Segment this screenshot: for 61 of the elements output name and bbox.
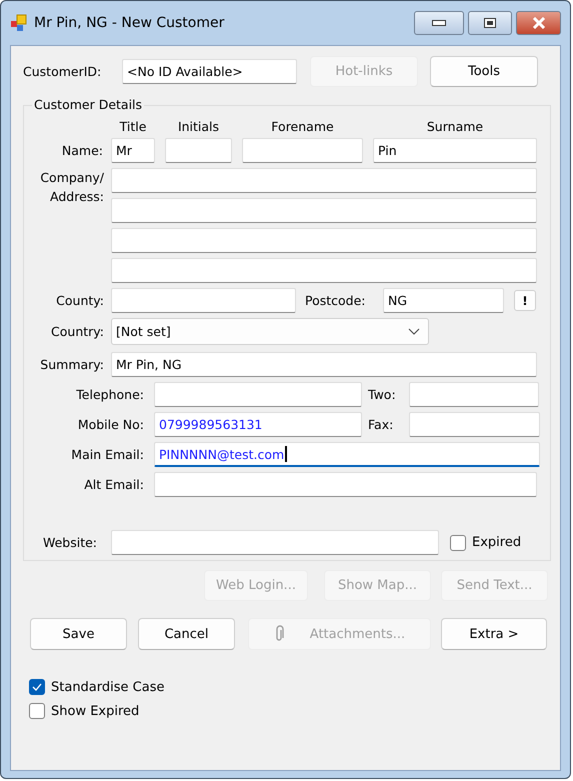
checkbox[interactable] xyxy=(29,679,45,695)
text-field[interactable] xyxy=(409,382,539,407)
text-field[interactable]: PINNNNN@test.com xyxy=(154,442,540,467)
field-label: Two: xyxy=(368,387,397,402)
text-field[interactable]: Mr xyxy=(111,138,155,163)
field-label: Summary: xyxy=(39,357,104,372)
text-field[interactable]: Mr Pin, NG xyxy=(111,352,537,377)
field-label: Name: xyxy=(60,143,103,158)
field-label: County: xyxy=(55,293,104,308)
maximize-button[interactable] xyxy=(468,11,512,35)
field-label: Country: xyxy=(50,324,104,339)
text-field[interactable] xyxy=(111,288,296,313)
minimize-icon xyxy=(432,20,446,26)
checkbox-label: Expired xyxy=(472,535,522,550)
field-label: Website: xyxy=(42,535,97,550)
field-label: Postcode: xyxy=(305,293,367,308)
text-field[interactable] xyxy=(165,138,232,163)
paperclip-icon xyxy=(274,625,284,643)
field-label: Telephone: xyxy=(75,387,144,402)
text-field[interactable] xyxy=(154,382,362,407)
dialog-button[interactable]: Cancel xyxy=(138,618,235,650)
country-dropdown[interactable]: [Not set] xyxy=(111,318,429,345)
group-title: Customer Details xyxy=(32,97,144,112)
postcode-check-button[interactable]: ! xyxy=(514,290,536,311)
column-header: Title xyxy=(118,119,148,134)
close-icon xyxy=(532,17,546,29)
text-field[interactable]: Pin xyxy=(373,138,537,163)
text-field[interactable] xyxy=(111,530,439,555)
text-field[interactable] xyxy=(242,138,363,163)
chevron-down-icon xyxy=(408,328,420,336)
dialog-button[interactable]: Save xyxy=(30,618,127,650)
text-field[interactable]: NG xyxy=(383,288,504,313)
column-header: Forename xyxy=(270,119,335,134)
checkbox[interactable] xyxy=(29,703,45,719)
text-field[interactable] xyxy=(111,198,537,223)
text-field[interactable] xyxy=(111,258,537,283)
text-field[interactable] xyxy=(111,168,537,193)
column-header: Initials xyxy=(176,119,220,134)
close-button[interactable] xyxy=(516,11,561,35)
toolbar-button[interactable]: Tools xyxy=(430,56,538,87)
field-label: Fax: xyxy=(368,417,394,432)
text-field[interactable]: <No ID Available> xyxy=(122,59,297,84)
checkbox-label: Standardise Case xyxy=(51,680,164,694)
field-label: Main Email: xyxy=(70,447,144,462)
restore-icon xyxy=(484,18,496,28)
checkbox[interactable] xyxy=(450,534,466,550)
text-field[interactable]: 0799989563131 xyxy=(154,412,362,437)
dialog-button[interactable]: Extra > xyxy=(441,618,547,650)
checkbox-label: Show Expired xyxy=(51,704,140,718)
field-label: Company/ Address: xyxy=(39,169,104,206)
field-label: Mobile No: xyxy=(76,417,144,432)
text-field[interactable] xyxy=(154,472,537,497)
checkmark-icon xyxy=(32,683,42,691)
field-label: CustomerID: xyxy=(23,64,102,79)
text-field[interactable] xyxy=(111,228,537,253)
column-header: Surname xyxy=(426,119,484,134)
text-field[interactable] xyxy=(409,412,540,437)
app-icon xyxy=(10,14,28,32)
window-title: Mr Pin, NG - New Customer xyxy=(34,15,226,31)
minimize-button[interactable] xyxy=(414,11,464,35)
field-label: Alt Email: xyxy=(83,477,144,492)
